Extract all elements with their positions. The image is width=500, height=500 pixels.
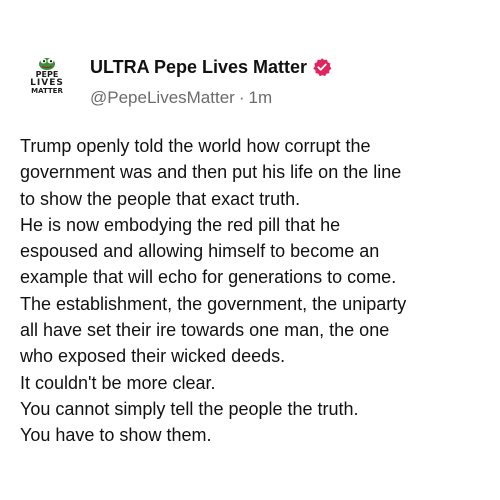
post-body-line: to show the people that exact truth. (20, 188, 301, 209)
display-name-row: ULTRA Pepe Lives Matter (90, 56, 332, 78)
separator-dot: · (238, 88, 245, 107)
pepe-frog-icon (39, 58, 55, 70)
post-body-line: Trump openly told the world how corrupt … (20, 136, 371, 156)
verified-badge-icon (313, 58, 332, 77)
handle-row: @PepeLivesMatter · 1m (90, 88, 332, 108)
post-body-line: who exposed their wicked deeds. (20, 346, 286, 367)
post-body-line: espoused and allowing himself to become … (20, 241, 380, 262)
author-info: ULTRA Pepe Lives Matter @PepeLivesMatter… (90, 56, 332, 108)
post-body-line: You have to show them. (20, 425, 212, 446)
post-body-line: example that will echo for generations t… (20, 267, 397, 288)
post-card: PEPE LIVES MATTER ULTRA Pepe Lives Matte… (0, 0, 500, 500)
post-body-line: It couldn't be more clear. (20, 372, 216, 393)
avatar[interactable]: PEPE LIVES MATTER (20, 54, 74, 108)
post-body-line: The establishment, the government, the u… (20, 293, 407, 314)
post-body-line: all have set their ire towards one man, … (20, 320, 390, 341)
post-body-line: government was and then put his life on … (20, 162, 402, 183)
handle[interactable]: @PepeLivesMatter (90, 88, 235, 107)
post-body: Trump openly told the world how corrupt … (20, 133, 490, 449)
post-header: PEPE LIVES MATTER ULTRA Pepe Lives Matte… (20, 50, 480, 112)
display-name[interactable]: ULTRA Pepe Lives Matter (90, 57, 307, 78)
avatar-logo-line-3: MATTER (31, 87, 63, 95)
post-time[interactable]: 1m (249, 88, 273, 107)
post-body-line: He is now embodying the red pill that he (20, 214, 341, 235)
post-body-line: You cannot simply tell the people the tr… (20, 398, 359, 419)
